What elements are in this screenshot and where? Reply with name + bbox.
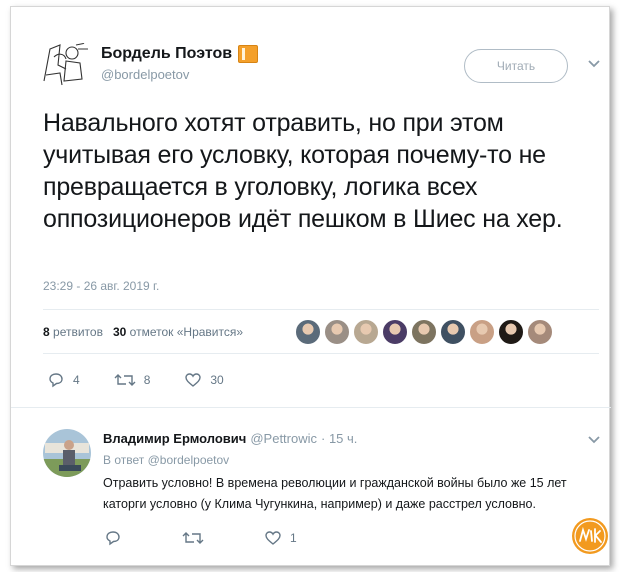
liker-avatar[interactable] — [527, 319, 553, 345]
reply-author-handle[interactable]: @Pettrowic — [250, 431, 317, 446]
chevron-down-icon[interactable] — [587, 59, 601, 69]
reply-header: Владимир Ермолович @Pettrowic · 15 ч. — [103, 431, 357, 446]
tweet-text: Навального хотят отравить, но при этом у… — [43, 109, 563, 233]
reply-author-avatar[interactable] — [43, 429, 91, 477]
retweet-icon — [182, 532, 204, 544]
tweet-card: Бордель Поэтов @bordelpoetov Читать Нава… — [10, 6, 611, 566]
liker-avatar[interactable] — [411, 319, 437, 345]
reply-text: Отравить условно! В времена революции и … — [103, 476, 567, 511]
follow-button[interactable]: Читать — [464, 49, 568, 83]
heart-icon — [185, 373, 202, 387]
retweet-button[interactable]: 8 — [114, 371, 151, 389]
reply-icon — [49, 373, 63, 388]
liker-avatar[interactable] — [324, 319, 350, 345]
like-button[interactable]: 30 — [184, 371, 224, 389]
liker-avatar[interactable] — [440, 319, 466, 345]
retweet-icon — [114, 374, 136, 386]
site-logo-watermark — [572, 518, 608, 554]
like-count: 30 — [210, 373, 224, 387]
author-handle[interactable]: @bordelpoetov — [101, 67, 258, 82]
in-reply-prefix: В ответ — [103, 453, 145, 467]
liker-avatar[interactable] — [382, 319, 408, 345]
in-reply-handle-link[interactable]: @bordelpoetov — [148, 453, 230, 467]
reply-time[interactable]: · 15 ч. — [321, 431, 357, 446]
reply-count: 4 — [73, 373, 80, 387]
reply-like-count: 1 — [290, 531, 297, 545]
retweet-count: 8 — [143, 373, 151, 387]
reply-icon — [106, 531, 120, 546]
likes-stat[interactable]: 30 отметок «Нравится» — [113, 325, 243, 339]
reply-retweet-button[interactable] — [182, 529, 212, 547]
liker-avatar[interactable] — [498, 319, 524, 345]
reply-button[interactable]: 4 — [47, 371, 80, 389]
liker-avatar[interactable] — [469, 319, 495, 345]
author-avatar[interactable] — [36, 35, 92, 91]
reply-like-button[interactable]: 1 — [264, 529, 297, 547]
reply-actions: 1 — [104, 529, 349, 547]
tweet-stats: 8 ретвитов 30 отметок «Нравится» — [43, 325, 243, 339]
reply-reply-button[interactable] — [104, 529, 130, 547]
likers-avatars — [295, 319, 553, 345]
divider — [43, 309, 599, 310]
author-block: Бордель Поэтов @bordelpoetov — [101, 45, 259, 82]
liker-avatar[interactable] — [353, 319, 379, 345]
author-name-text[interactable]: Бордель Поэтов — [101, 45, 232, 63]
author-name[interactable]: Бордель Поэтов — [101, 45, 259, 63]
book-emoji-icon — [238, 45, 259, 63]
liker-avatar[interactable] — [295, 319, 321, 345]
tweet-actions: 4 8 30 — [47, 371, 258, 389]
divider — [43, 353, 599, 354]
chevron-down-icon[interactable] — [587, 435, 601, 445]
divider — [11, 407, 611, 408]
heart-icon — [265, 531, 281, 545]
tweet-timestamp[interactable]: 23:29 - 26 авг. 2019 г. — [43, 279, 159, 293]
retweets-stat[interactable]: 8 ретвитов — [43, 325, 103, 339]
reply-author-name[interactable]: Владимир Ермолович — [103, 431, 246, 446]
in-reply-to: В ответ @bordelpoetov — [103, 453, 229, 467]
